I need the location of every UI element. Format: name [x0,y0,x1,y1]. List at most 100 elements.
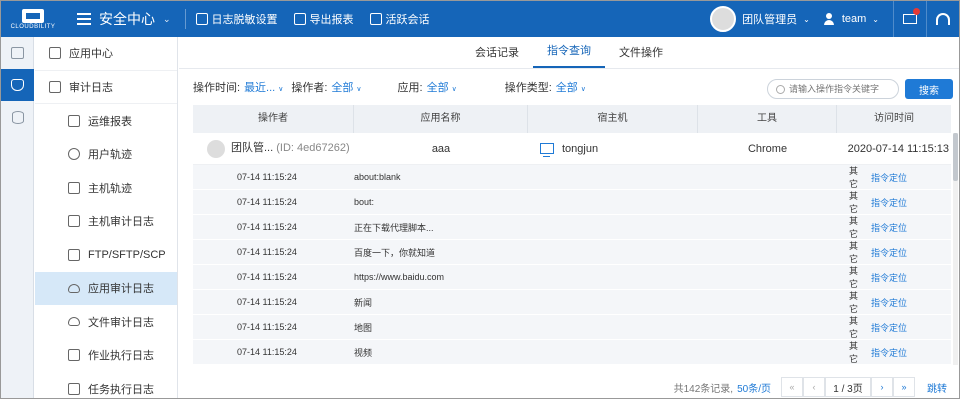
sidebar-item-label: 应用审计日志 [88,283,154,296]
chevron-down-icon[interactable]: ⌄ [163,14,171,25]
divider [184,9,186,29]
time-filter-select[interactable]: 最近... ∨ [244,79,283,95]
search-button[interactable]: 搜索 [905,79,953,99]
command-type: 其它 [849,216,859,239]
page-size-select[interactable]: 50条/页 [737,380,771,395]
app-filter-value: 全部 [426,82,449,94]
sidebar-item-ftp[interactable]: FTP/SFTP/SCP [35,238,177,272]
jump-button[interactable]: 跳转 [927,380,947,395]
messages-button[interactable] [894,1,926,37]
list-item: 07-14 11:15:24 新闻 其它 指令定位 [193,290,951,315]
app-filter-select[interactable]: 全部 ∨ [427,79,457,95]
command-text: 地图 [354,322,373,333]
team-chevron-down-icon[interactable]: ⌄ [872,15,879,24]
log-masking-settings-button[interactable]: 日志脱敏设置 [195,11,278,27]
command-type: 其它 [849,316,859,339]
sidebar-item-label: 应用中心 [69,48,113,61]
session-host: tongjun [562,142,599,155]
type-filter-select[interactable]: 全部 ∨ [556,79,586,95]
command-text: about:blank [354,172,401,182]
chevron-down-icon: ∨ [451,86,457,93]
operator-filter-select[interactable]: 全部 ∨ [331,79,361,95]
sidebar-item-label: 文件审计日志 [88,316,154,329]
vertical-scrollbar[interactable] [953,133,958,365]
rail-item-security[interactable] [1,69,34,101]
type-filter-label: 操作类型: [504,82,552,94]
locate-command-link[interactable]: 指令定位 [871,171,951,184]
hamburger-menu-icon[interactable] [77,13,91,25]
active-sessions-button[interactable]: 活跃会话 [369,11,430,27]
sidebar-item-host-audit-log[interactable]: 主机审计日志 [35,205,177,239]
command-time: 07-14 11:15:24 [237,297,297,307]
locate-command-link[interactable]: 指令定位 [871,246,951,259]
brand-logo[interactable]: CLOUDBILITY [1,1,65,37]
session-host-cell: tongjun [528,142,698,158]
column-header-operator[interactable]: 操作者 [193,105,354,133]
support-button[interactable] [927,1,959,37]
next-page-button[interactable]: › [871,377,893,397]
sidebar-item-label: 作业执行日志 [88,350,154,363]
tab-session-records[interactable]: 会话记录 [461,44,533,68]
sidebar-item-task-log[interactable]: 任务执行日志 [35,372,177,398]
sidebar-item-file-audit-log[interactable]: 文件审计日志 [35,305,177,339]
command-list: 07-14 11:15:24 about:blank 其它 指令定位 07-14… [193,165,951,365]
settings-doc-icon [195,13,208,25]
command-text: 视频 [354,347,373,358]
sidebar-item-audit-log[interactable]: 审计日志 [35,71,177,104]
sidebar-item-app-audit-log[interactable]: 应用审计日志 [35,271,177,305]
export-icon [293,13,306,25]
user-name[interactable]: 团队管理员 [742,11,797,27]
file-cloud-icon [68,317,80,327]
command-text: bout: [354,197,375,207]
app-window: CLOUDBILITY 安全中心 ⌄ 日志脱敏设置 导出报表 活跃会话 团队管理… [0,0,960,399]
top-right-zone: 团队管理员 ⌄ team ⌄ [710,1,959,37]
search-field[interactable] [767,79,899,99]
total-records: 共142条记录, [673,383,734,395]
page-indicator[interactable]: 1 / 3页 [825,377,871,397]
app-filter-label: 应用: [397,82,423,94]
windows-host-icon [540,143,554,158]
monitor-icon [68,215,80,228]
sidebar-item-host-track[interactable]: 主机轨迹 [35,171,177,205]
sidebar-item-user-track[interactable]: 用户轨迹 [35,138,177,172]
headset-icon [936,13,950,25]
app-center-icon [49,47,61,60]
app-title[interactable]: 安全中心 [99,9,155,29]
user-chevron-down-icon[interactable]: ⌄ [803,15,810,24]
team-name[interactable]: team [842,13,866,25]
job-icon [68,349,80,362]
locate-command-link[interactable]: 指令定位 [871,196,951,209]
ftp-icon [68,248,80,261]
sidebar-item-ops-report[interactable]: 运维报表 [35,104,177,138]
icon-rail [1,37,34,398]
list-item: 07-14 11:15:24 https://www.baidu.com 其它 … [193,265,951,290]
prev-page-button[interactable]: ‹ [803,377,825,397]
first-page-button[interactable]: « [781,377,803,397]
locate-command-link[interactable]: 指令定位 [871,271,951,284]
sidebar-item-job-log[interactable]: 作业执行日志 [35,339,177,373]
column-header-app[interactable]: 应用名称 [354,105,528,133]
tab-command-query[interactable]: 指令查询 [533,42,605,68]
column-header-tool[interactable]: 工具 [698,105,837,133]
rail-item-monitor[interactable] [1,37,34,69]
locate-command-link[interactable]: 指令定位 [871,221,951,234]
command-time: 07-14 11:15:24 [237,347,297,357]
search-input[interactable] [789,84,889,94]
column-header-time[interactable]: 访问时间 [837,105,951,133]
locate-command-link[interactable]: 指令定位 [871,346,951,359]
logo-mark-icon [22,8,44,23]
time-filter-value: 最近... [244,82,276,94]
session-row[interactable]: 团队管... (ID: 4ed67262) aaa tongjun Chrome… [193,133,951,165]
scrollbar-thumb[interactable] [953,133,958,181]
export-report-button[interactable]: 导出报表 [293,11,354,27]
session-time: 2020-07-14 11:15:13 [847,142,949,155]
sidebar-item-app-center[interactable]: 应用中心 [35,37,177,71]
rail-item-database[interactable] [1,101,34,133]
command-time: 07-14 11:15:24 [237,247,297,257]
column-header-host[interactable]: 宿主机 [528,105,698,133]
tab-file-operations[interactable]: 文件操作 [605,44,677,68]
locate-command-link[interactable]: 指令定位 [871,321,951,334]
locate-command-link[interactable]: 指令定位 [871,296,951,309]
user-avatar[interactable] [710,6,737,32]
last-page-button[interactable]: » [893,377,915,397]
